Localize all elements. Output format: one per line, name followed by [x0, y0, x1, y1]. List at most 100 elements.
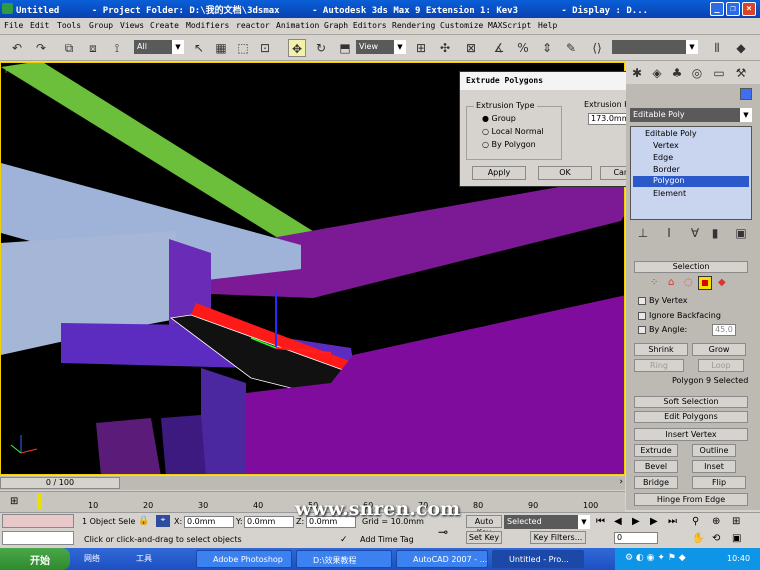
key-filters-button[interactable]: Key Filters... [530, 531, 586, 544]
mirror-icon[interactable]: ⟨⟩ [588, 39, 606, 57]
key-icon[interactable]: ⊸ [438, 525, 448, 539]
element-mode-icon[interactable]: ◆ [718, 277, 726, 288]
select-object-icon[interactable]: ↖ [190, 39, 208, 57]
stack-item-edge[interactable]: Edge [653, 153, 673, 162]
utilities-tab-icon[interactable]: ⚒ [732, 64, 750, 82]
polygon-mode-icon[interactable] [698, 276, 712, 290]
radio-local-normal[interactable]: ○ Local Normal [482, 127, 544, 136]
hierarchy-tab-icon[interactable]: ♣ [668, 64, 686, 82]
ignore-backfacing-checkbox[interactable]: Ignore Backfacing [638, 311, 721, 320]
auto-key-button[interactable]: Auto Key [466, 515, 502, 537]
spinner-snap-icon[interactable]: ⇕ [538, 39, 556, 57]
quick-launch-network[interactable]: 网络 [84, 553, 100, 564]
rotate-icon[interactable]: ↻ [312, 39, 330, 57]
mini-curve-editor-icon[interactable]: ⊞ [10, 496, 18, 507]
vertex-mode-icon[interactable]: ⁘ [650, 277, 658, 288]
edit-named-selection-icon[interactable]: ✎ [562, 39, 580, 57]
extrude-button[interactable]: Extrude [634, 444, 678, 457]
zoom-icon[interactable]: ⚲ [692, 516, 699, 527]
maxscript-input[interactable] [2, 531, 74, 545]
inset-button[interactable]: Inset [692, 460, 736, 473]
stack-item-element[interactable]: Element [653, 189, 686, 198]
menu-rendering[interactable]: Rendering [392, 21, 435, 30]
scale-icon[interactable]: ⬒ [336, 39, 354, 57]
selection-filter-dropdown[interactable]: All ▼ [134, 40, 184, 54]
loop-button[interactable]: Loop [698, 359, 744, 372]
menu-help[interactable]: Help [538, 21, 557, 30]
extrusion-height-input[interactable]: 173.0mm [588, 113, 630, 125]
insert-vertex-button[interactable]: Insert Vertex [634, 428, 748, 441]
task-3dsmax[interactable]: Untitled - Pro... [492, 550, 584, 568]
go-to-end-icon[interactable]: ⏭ [668, 516, 677, 527]
menu-group[interactable]: Group [89, 21, 113, 30]
selection-lock-icon[interactable]: 🔒 [138, 516, 149, 526]
snap-toggle-icon[interactable]: ⊠ [462, 39, 480, 57]
border-mode-icon[interactable]: ◌ [684, 277, 693, 288]
undo-icon[interactable]: ↶ [8, 39, 26, 57]
menu-graph-editors[interactable]: Graph Editors [324, 21, 387, 30]
move-icon[interactable]: ✥ [288, 39, 306, 57]
object-color-swatch[interactable] [740, 88, 752, 100]
stack-item-border[interactable]: Border [653, 165, 680, 174]
configure-modifier-sets-icon[interactable]: ▣ [732, 224, 750, 242]
close-icon[interactable]: × [742, 2, 756, 16]
stack-item-vertex[interactable]: Vertex [653, 141, 679, 150]
time-tag-icon[interactable]: ✓ [340, 535, 348, 545]
absolute-mode-icon[interactable]: ⌖ [156, 515, 170, 527]
menu-file[interactable]: File [4, 21, 23, 30]
time-slider-thumb[interactable]: 0 / 100 [0, 477, 120, 489]
make-unique-icon[interactable]: ∀ [686, 224, 704, 242]
angle-snap-icon[interactable]: ∡ [490, 39, 508, 57]
pan-icon[interactable]: ✋ [692, 533, 704, 544]
grow-button[interactable]: Grow [692, 343, 746, 356]
select-manipulate-icon[interactable]: ✣ [436, 39, 454, 57]
by-angle-input[interactable]: 45.0 [712, 324, 736, 336]
bridge-button[interactable]: Bridge [634, 476, 678, 489]
align-icon[interactable]: ⫴ [708, 39, 726, 57]
add-time-tag-button[interactable]: Add Time Tag [360, 535, 414, 544]
menu-reactor[interactable]: reactor [236, 21, 270, 30]
current-frame-input[interactable]: 0 [614, 532, 658, 544]
outline-button[interactable]: Outline [692, 444, 736, 457]
menu-modifiers[interactable]: Modifiers [186, 21, 229, 30]
zoom-all-icon[interactable]: ⊕ [712, 516, 720, 527]
window-crossing-icon[interactable]: ⊡ [256, 39, 274, 57]
task-photoshop[interactable]: Adobe Photoshop [196, 550, 292, 568]
redo-icon[interactable]: ↷ [32, 39, 50, 57]
radio-by-polygon[interactable]: ○ By Polygon [482, 140, 536, 149]
quick-launch-tools[interactable]: 工具 [136, 553, 152, 564]
ok-button[interactable]: OK [538, 166, 592, 180]
apply-button[interactable]: Apply [472, 166, 526, 180]
material-editor-icon[interactable]: ◆ [732, 39, 750, 57]
maxscript-listener[interactable] [2, 514, 74, 528]
menu-create[interactable]: Create [150, 21, 179, 30]
pivot-center-icon[interactable]: ⊞ [412, 39, 430, 57]
edge-mode-icon[interactable]: ⌂ [668, 277, 674, 288]
show-end-result-icon[interactable]: Ι [660, 224, 678, 242]
key-mode-dropdown[interactable]: Selected ▼ [504, 515, 590, 529]
modify-tab-icon[interactable]: ◈ [648, 64, 666, 82]
start-button[interactable]: 开始 [0, 548, 70, 570]
by-vertex-checkbox[interactable]: By Vertex [638, 296, 687, 305]
stack-item-editable-poly[interactable]: Editable Poly [645, 129, 697, 138]
display-tab-icon[interactable]: ▭ [710, 64, 728, 82]
go-to-start-icon[interactable]: ⏮ [596, 516, 605, 527]
bind-space-warp-icon[interactable]: ⟟ [108, 39, 126, 57]
bevel-button[interactable]: Bevel [634, 460, 678, 473]
soft-selection-rollout[interactable]: Soft Selection [634, 396, 748, 408]
play-icon[interactable]: ▶ [632, 516, 640, 527]
pin-stack-icon[interactable]: ⊥ [634, 224, 652, 242]
maximize-viewport-icon[interactable]: ▣ [732, 533, 741, 544]
region-select-icon[interactable]: ⬚ [234, 39, 252, 57]
flip-button[interactable]: Flip [692, 476, 746, 489]
ring-button[interactable]: Ring [634, 359, 684, 372]
motion-tab-icon[interactable]: ◎ [688, 64, 706, 82]
hinge-from-edge-button[interactable]: Hinge From Edge [634, 493, 748, 506]
menu-customize[interactable]: Customize [440, 21, 483, 30]
select-by-name-icon[interactable]: ▦ [212, 39, 230, 57]
maximize-icon[interactable]: ❐ [726, 2, 740, 16]
radio-group[interactable]: ● Group [482, 114, 516, 123]
menu-edit[interactable]: Edit [30, 21, 49, 30]
select-link-icon[interactable]: ⧉ [60, 39, 78, 57]
task-explorer[interactable]: D:\效果教程 [296, 550, 392, 568]
